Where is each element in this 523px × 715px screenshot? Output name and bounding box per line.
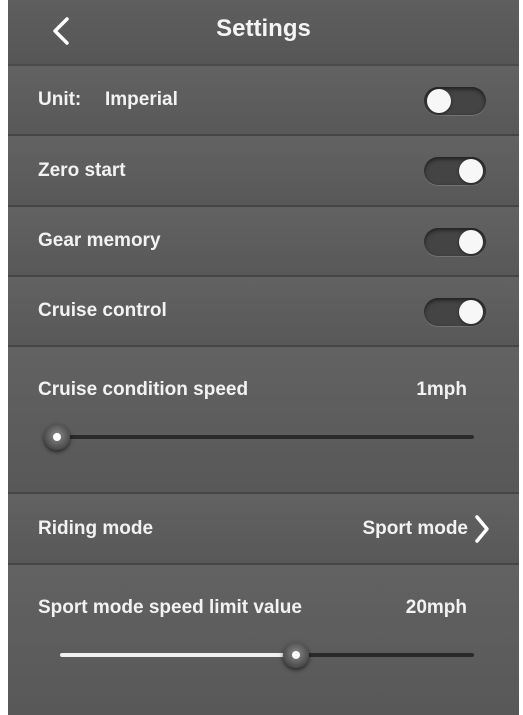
gear-memory-toggle[interactable]: [424, 228, 486, 256]
riding-mode-value: Sport mode: [362, 518, 468, 539]
zero-start-toggle[interactable]: [424, 157, 486, 185]
slider-thumb[interactable]: [44, 424, 70, 450]
unit-value: Imperial: [105, 89, 178, 110]
cruise-control-toggle[interactable]: [424, 298, 486, 326]
chevron-right-icon: [475, 515, 489, 543]
slider-fill: [60, 653, 296, 657]
settings-panel: Settings Unit: Imperial Zero start Gear …: [8, 0, 519, 715]
unit-toggle[interactable]: [424, 87, 486, 115]
sport-speed-row: Sport mode speed limit value 20mph: [8, 565, 519, 715]
riding-mode-row[interactable]: Riding mode Sport mode: [8, 494, 519, 565]
unit-label: Unit:: [38, 89, 82, 110]
cruise-speed-value: 1mph: [416, 379, 467, 400]
slider-thumb[interactable]: [282, 642, 309, 668]
sport-speed-slider[interactable]: [60, 642, 474, 668]
sport-speed-label: Sport mode speed limit value: [38, 597, 302, 618]
gear-memory-label: Gear memory: [38, 230, 161, 251]
gear-memory-row: Gear memory: [8, 207, 519, 277]
zero-start-row: Zero start: [8, 136, 519, 207]
toggle-knob: [427, 89, 451, 113]
page-title: Settings: [216, 15, 311, 42]
unit-row: Unit: Imperial: [8, 66, 519, 136]
toggle-knob: [459, 159, 483, 183]
header-bar: Settings: [8, 0, 519, 66]
sport-speed-value: 20mph: [405, 597, 467, 618]
riding-mode-label: Riding mode: [38, 518, 154, 539]
toggle-knob: [459, 300, 483, 324]
cruise-speed-slider[interactable]: [44, 424, 474, 450]
cruise-speed-row: Cruise condition speed 1mph: [8, 347, 519, 494]
cruise-control-row: Cruise control: [8, 277, 519, 347]
toggle-knob: [459, 230, 483, 254]
cruise-control-label: Cruise control: [38, 300, 167, 321]
zero-start-label: Zero start: [38, 160, 126, 181]
cruise-speed-label: Cruise condition speed: [38, 379, 249, 400]
